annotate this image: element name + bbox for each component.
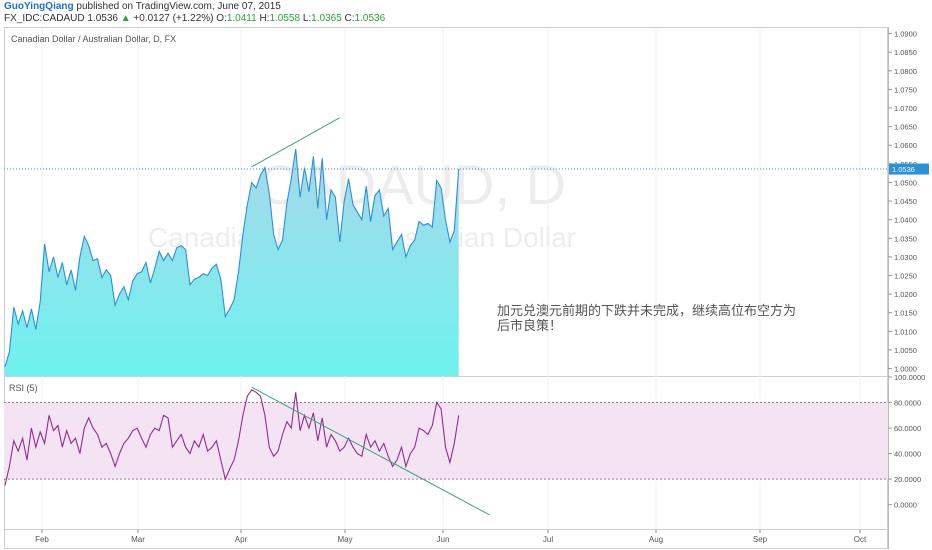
rsi-y-tick-label: 40.0000 (894, 450, 921, 459)
x-tick-label: Apr (235, 535, 248, 544)
annotation-text: 加元兑澳元前期的下跌并未完成，继续高位布空方为后市良策！ (497, 303, 797, 333)
x-tick-label: Oct (854, 535, 867, 544)
y-tick-label: 1.0100 (894, 327, 917, 336)
x-tick-label: Feb (35, 535, 49, 544)
rsi-y-tick-label: 60.0000 (894, 424, 921, 433)
last-price-label: 1.0536 (892, 165, 915, 174)
y-tick-label: 1.0700 (894, 104, 917, 113)
x-tick-label: Jul (543, 535, 553, 544)
x-tick-label: Aug (649, 535, 663, 544)
rsi-y-tick-label: 80.0000 (894, 399, 921, 408)
rsi-band (4, 402, 888, 480)
rsi-y-tick-label: 0.0000 (894, 501, 917, 510)
x-tick-label: Mar (131, 535, 145, 544)
rsi-y-tick-label: 20.0000 (894, 475, 921, 484)
y-tick-label: 1.0250 (894, 272, 917, 281)
y-tick-label: 1.0900 (894, 30, 917, 39)
y-tick-label: 1.0400 (894, 216, 917, 225)
y-tick-label: 1.0600 (894, 141, 917, 150)
y-tick-label: 1.0300 (894, 253, 917, 262)
x-tick-label: May (337, 535, 352, 544)
rsi-y-tick-label: 100.0000 (894, 373, 925, 382)
x-tick-label: Sep (753, 535, 768, 544)
x-tick-label: Jun (437, 535, 450, 544)
y-tick-label: 1.0050 (894, 346, 917, 355)
main-panel-label: Canadian Dollar / Australian Dollar, D, … (11, 34, 177, 44)
y-tick-label: 1.0150 (894, 309, 917, 318)
y-tick-label: 1.0200 (894, 290, 917, 299)
y-tick-label: 1.0450 (894, 197, 917, 206)
y-tick-label: 1.0800 (894, 67, 917, 76)
chart-canvas[interactable]: CADAUD, D Canadian Dollar / Australian D… (0, 0, 932, 550)
rsi-panel-label: RSI (5) (9, 383, 38, 393)
y-tick-label: 1.0750 (894, 85, 917, 94)
y-tick-label: 1.0650 (894, 123, 917, 132)
y-tick-label: 1.0850 (894, 48, 917, 57)
y-tick-label: 1.0350 (894, 234, 917, 243)
y-tick-label: 1.0500 (894, 178, 917, 187)
